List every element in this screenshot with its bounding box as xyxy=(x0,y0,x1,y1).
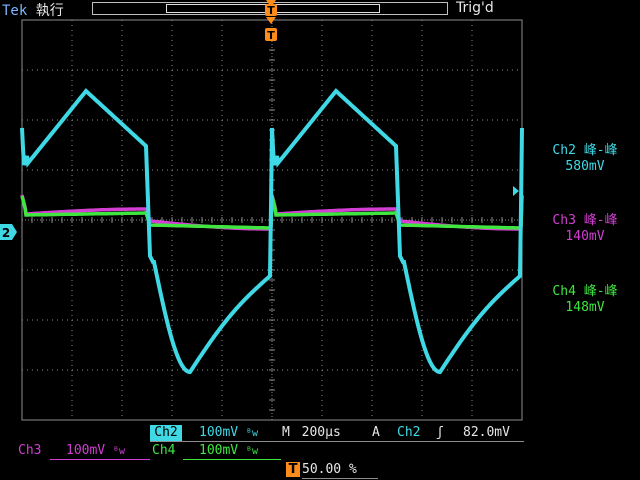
bw-limit-icon: ᴮw xyxy=(112,446,126,457)
trigger-position-icon: T xyxy=(286,462,300,477)
measurement-label: Ch3 峰-峰 xyxy=(552,213,618,228)
bw-limit-icon: ᴮw xyxy=(245,446,259,457)
measurement-ch2-pk2pk: Ch2 峰-峰 580mV xyxy=(530,143,640,175)
ch4-scale: 100mV xyxy=(199,443,239,458)
status-footer: Ch2 100mV ᴮw M 200µs A Ch2 ʃ 82.0mV Ch3 … xyxy=(0,424,640,480)
ch4-tag[interactable]: Ch4 xyxy=(152,443,175,459)
trigger-mode: A xyxy=(372,425,380,440)
measurement-value: 140mV xyxy=(565,229,605,244)
measurement-label: Ch4 峰-峰 xyxy=(552,284,618,299)
measurement-ch4-pk2pk: Ch4 峰-峰 148mV xyxy=(530,284,640,316)
timebase-label: M xyxy=(282,425,290,440)
footer-divider xyxy=(150,441,524,442)
trigger-position-marker[interactable]: T T xyxy=(265,0,277,42)
trigger-marker-text-top: T xyxy=(267,4,275,17)
measurement-value: 148mV xyxy=(565,300,605,315)
trigger-slope-icon: ʃ xyxy=(436,425,444,440)
timebase-readout[interactable]: M 200µs xyxy=(282,425,341,441)
trigger-position-value[interactable]: 50.00 % xyxy=(302,462,378,479)
measurement-ch3-pk2pk: Ch3 峰-峰 140mV xyxy=(530,213,640,245)
trigger-marker-text: T xyxy=(267,29,275,42)
ch3-scale: 100mV xyxy=(66,443,106,458)
measurement-label: Ch2 峰-峰 xyxy=(552,143,618,158)
ch2-ground-marker[interactable]: 2 xyxy=(0,224,17,240)
ch2-tag[interactable]: Ch2 xyxy=(150,425,182,441)
trigger-source[interactable]: Ch2 xyxy=(397,425,420,441)
timebase-value: 200µs xyxy=(301,425,341,440)
ch2-ground-marker-text: 2 xyxy=(2,226,10,240)
trigger-level-marker[interactable] xyxy=(513,186,519,196)
bw-limit-icon: ᴮw xyxy=(245,428,259,439)
ch2-scale: 100mV xyxy=(199,425,239,440)
ch2-scale-readout[interactable]: 100mV ᴮw xyxy=(183,425,281,442)
measurement-value: 580mV xyxy=(565,159,605,174)
ch3-tag[interactable]: Ch3 xyxy=(18,443,41,459)
ch3-scale-readout[interactable]: 100mV ᴮw xyxy=(50,443,150,460)
ch4-scale-readout[interactable]: 100mV ᴮw xyxy=(183,443,281,460)
trigger-level[interactable]: 82.0mV xyxy=(463,425,510,441)
